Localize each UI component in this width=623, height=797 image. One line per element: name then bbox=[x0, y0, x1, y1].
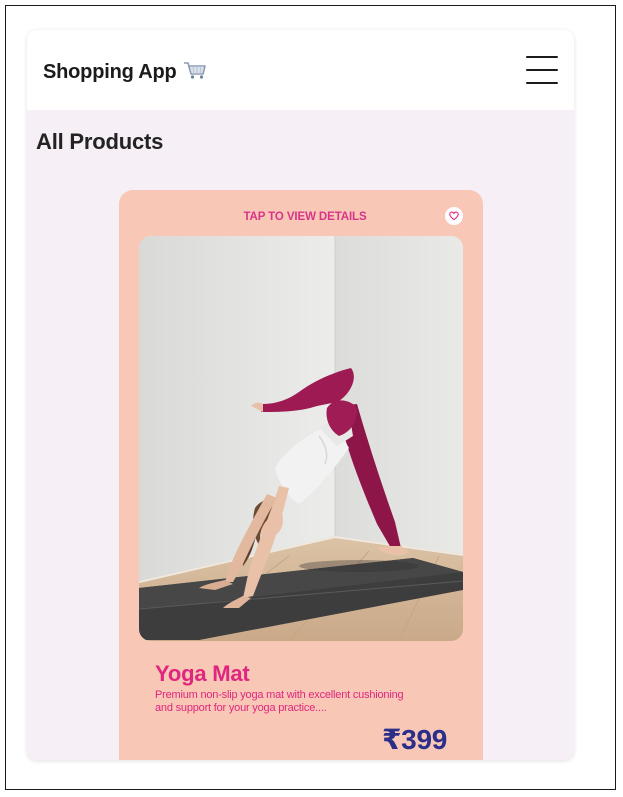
shopping-cart-icon bbox=[183, 60, 207, 80]
app-header: Shopping App bbox=[27, 30, 574, 110]
heart-icon[interactable] bbox=[445, 207, 463, 225]
product-name: Yoga Mat bbox=[155, 661, 250, 686]
product-image[interactable] bbox=[139, 236, 463, 641]
product-card[interactable]: TAP TO VIEW DETAILS Yoga Mat Premium non… bbox=[119, 190, 483, 760]
menu-line-top bbox=[526, 56, 558, 58]
menu-line-bottom bbox=[526, 82, 558, 84]
section-title: All Products bbox=[36, 129, 164, 154]
hamburger-menu-icon[interactable] bbox=[525, 52, 559, 88]
app-title-text: Shopping App bbox=[43, 61, 177, 83]
tap-hint: TAP TO VIEW DETAILS bbox=[243, 211, 367, 223]
menu-line-middle bbox=[526, 69, 558, 71]
product-description: Premium non-slip yoga mat with excellent… bbox=[155, 689, 404, 714]
app-viewport: Shopping App All Products TAP TO VIEW DE… bbox=[27, 30, 574, 760]
product-price: ₹399 bbox=[382, 724, 447, 755]
app-title: Shopping App bbox=[43, 60, 207, 84]
